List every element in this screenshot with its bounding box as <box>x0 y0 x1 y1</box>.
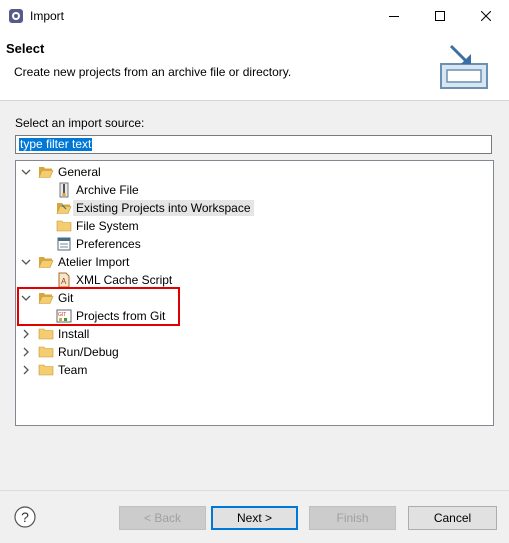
tree-item-team[interactable]: Team <box>20 361 87 379</box>
next-button[interactable]: Next > <box>211 506 298 530</box>
tree-item-general[interactable]: General <box>20 163 101 181</box>
svg-text:?: ? <box>21 509 29 525</box>
tree-item-existing-projects[interactable]: Existing Projects into Workspace <box>56 199 254 217</box>
page-description: Create new projects from an archive file… <box>14 65 292 79</box>
back-button[interactable]: < Back <box>119 506 206 530</box>
tree-item-label: Install <box>58 327 90 341</box>
tree-item-archive-file[interactable]: Archive File <box>56 181 139 199</box>
tree-item-label: Archive File <box>76 183 139 197</box>
chevron-right-icon[interactable] <box>20 361 32 379</box>
folder-icon <box>56 218 72 234</box>
atelier-script-icon: A <box>56 272 72 288</box>
svg-text:A: A <box>61 277 67 286</box>
tree-item-atelier-import[interactable]: Atelier Import <box>20 253 129 271</box>
folder-icon <box>38 362 54 378</box>
chevron-down-icon[interactable] <box>20 163 32 181</box>
chevron-right-icon[interactable] <box>20 343 32 361</box>
folder-open-icon <box>56 200 72 216</box>
tree-item-file-system[interactable]: File System <box>56 217 139 235</box>
chevron-right-icon[interactable] <box>20 325 32 343</box>
chevron-down-icon[interactable] <box>20 253 32 271</box>
preferences-icon <box>56 236 72 252</box>
tree-item-label: File System <box>76 219 139 233</box>
tree-item-label: Existing Projects into Workspace <box>73 200 254 216</box>
folder-open-icon <box>38 254 54 270</box>
help-icon[interactable]: ? <box>14 506 36 528</box>
title-bar: Import <box>0 0 509 32</box>
maximize-button[interactable] <box>417 0 463 32</box>
filter-input[interactable]: type filter text <box>15 135 492 154</box>
tree-item-label: XML Cache Script <box>76 273 173 287</box>
cancel-button[interactable]: Cancel <box>408 506 497 530</box>
tree-item-label: Run/Debug <box>58 345 119 359</box>
tree-item-label: General <box>58 165 101 179</box>
tree-item-label: Atelier Import <box>58 255 130 269</box>
minimize-button[interactable] <box>371 0 417 32</box>
window-title: Import <box>30 9 65 23</box>
folder-icon <box>38 344 54 360</box>
eclipse-app-icon <box>8 8 24 24</box>
tree-item-label: Team <box>58 363 88 377</box>
tree-item-label: Preferences <box>76 237 141 251</box>
button-bar-separator <box>0 490 509 491</box>
tree-item-preferences[interactable]: Preferences <box>56 235 141 253</box>
import-wizard-icon <box>437 44 491 92</box>
archive-file-icon <box>56 182 72 198</box>
tree-item-install[interactable]: Install <box>20 325 89 343</box>
git-highlight-annotation <box>17 287 180 326</box>
finish-button[interactable]: Finish <box>309 506 396 530</box>
tree-item-run-debug[interactable]: Run/Debug <box>20 343 119 361</box>
import-source-label: Select an import source: <box>15 116 145 130</box>
wizard-header: Select Create new projects from an archi… <box>0 32 509 101</box>
close-button[interactable] <box>463 0 509 32</box>
folder-open-icon <box>38 164 54 180</box>
folder-icon <box>38 326 54 342</box>
filter-input-text[interactable]: type filter text <box>19 138 93 151</box>
page-title: Select <box>6 41 45 56</box>
